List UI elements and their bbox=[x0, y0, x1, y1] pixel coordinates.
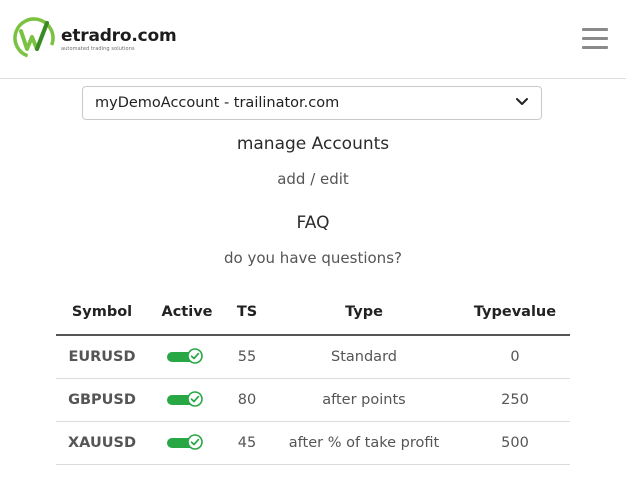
brand-name[interactable]: etradro.com bbox=[61, 26, 177, 46]
header-typevalue: Typevalue bbox=[460, 290, 570, 336]
account-select[interactable]: myDemoAccount - trailinator.com bbox=[82, 86, 542, 120]
brand-tagline: automated trading solutions bbox=[61, 46, 135, 52]
check-circle-icon bbox=[187, 434, 203, 450]
active-toggle[interactable] bbox=[167, 434, 207, 452]
row-typevalue: 250 bbox=[460, 378, 570, 422]
row-symbol: EURUSD bbox=[56, 335, 148, 379]
add-edit-link[interactable]: add / edit bbox=[277, 170, 349, 188]
table-row: XAUUSD 45 after % of take profit 500 bbox=[56, 421, 570, 465]
row-ts: 55 bbox=[226, 335, 268, 379]
chevron-down-icon bbox=[516, 98, 528, 105]
etradro-logo-icon[interactable] bbox=[13, 17, 55, 59]
active-toggle[interactable] bbox=[167, 391, 207, 409]
table-header-row: Symbol Active TS Type Typevalue bbox=[56, 290, 570, 336]
row-active-cell bbox=[148, 335, 226, 379]
check-circle-icon bbox=[187, 391, 203, 407]
header-active: Active bbox=[148, 290, 226, 336]
check-circle-icon bbox=[187, 348, 203, 364]
manage-accounts-title: manage Accounts bbox=[236, 134, 390, 154]
row-typevalue: 0 bbox=[460, 335, 570, 379]
hamburger-menu-icon[interactable] bbox=[582, 28, 608, 49]
header-symbol: Symbol bbox=[56, 290, 148, 336]
row-ts: 80 bbox=[226, 378, 268, 422]
row-active-cell bbox=[148, 421, 226, 465]
row-ts: 45 bbox=[226, 421, 268, 465]
faq-questions-link[interactable]: do you have questions? bbox=[224, 249, 402, 267]
row-active-cell bbox=[148, 378, 226, 422]
row-type: after points bbox=[268, 378, 460, 422]
row-symbol: GBPUSD bbox=[56, 378, 148, 422]
symbols-table: Symbol Active TS Type Typevalue EURUSD 5… bbox=[56, 290, 570, 465]
row-type: after % of take profit bbox=[268, 421, 460, 465]
faq-title: FAQ bbox=[296, 213, 330, 233]
row-type: Standard bbox=[268, 335, 460, 379]
table-row: EURUSD 55 Standard 0 bbox=[56, 335, 570, 379]
header-ts: TS bbox=[226, 290, 268, 336]
row-typevalue: 500 bbox=[460, 421, 570, 465]
account-select-value: myDemoAccount - trailinator.com bbox=[95, 95, 340, 111]
top-navbar: etradro.com automated trading solutions bbox=[0, 0, 626, 79]
active-toggle[interactable] bbox=[167, 348, 207, 366]
header-type: Type bbox=[268, 290, 460, 336]
row-symbol: XAUUSD bbox=[56, 421, 148, 465]
table-row: GBPUSD 80 after points 250 bbox=[56, 378, 570, 422]
